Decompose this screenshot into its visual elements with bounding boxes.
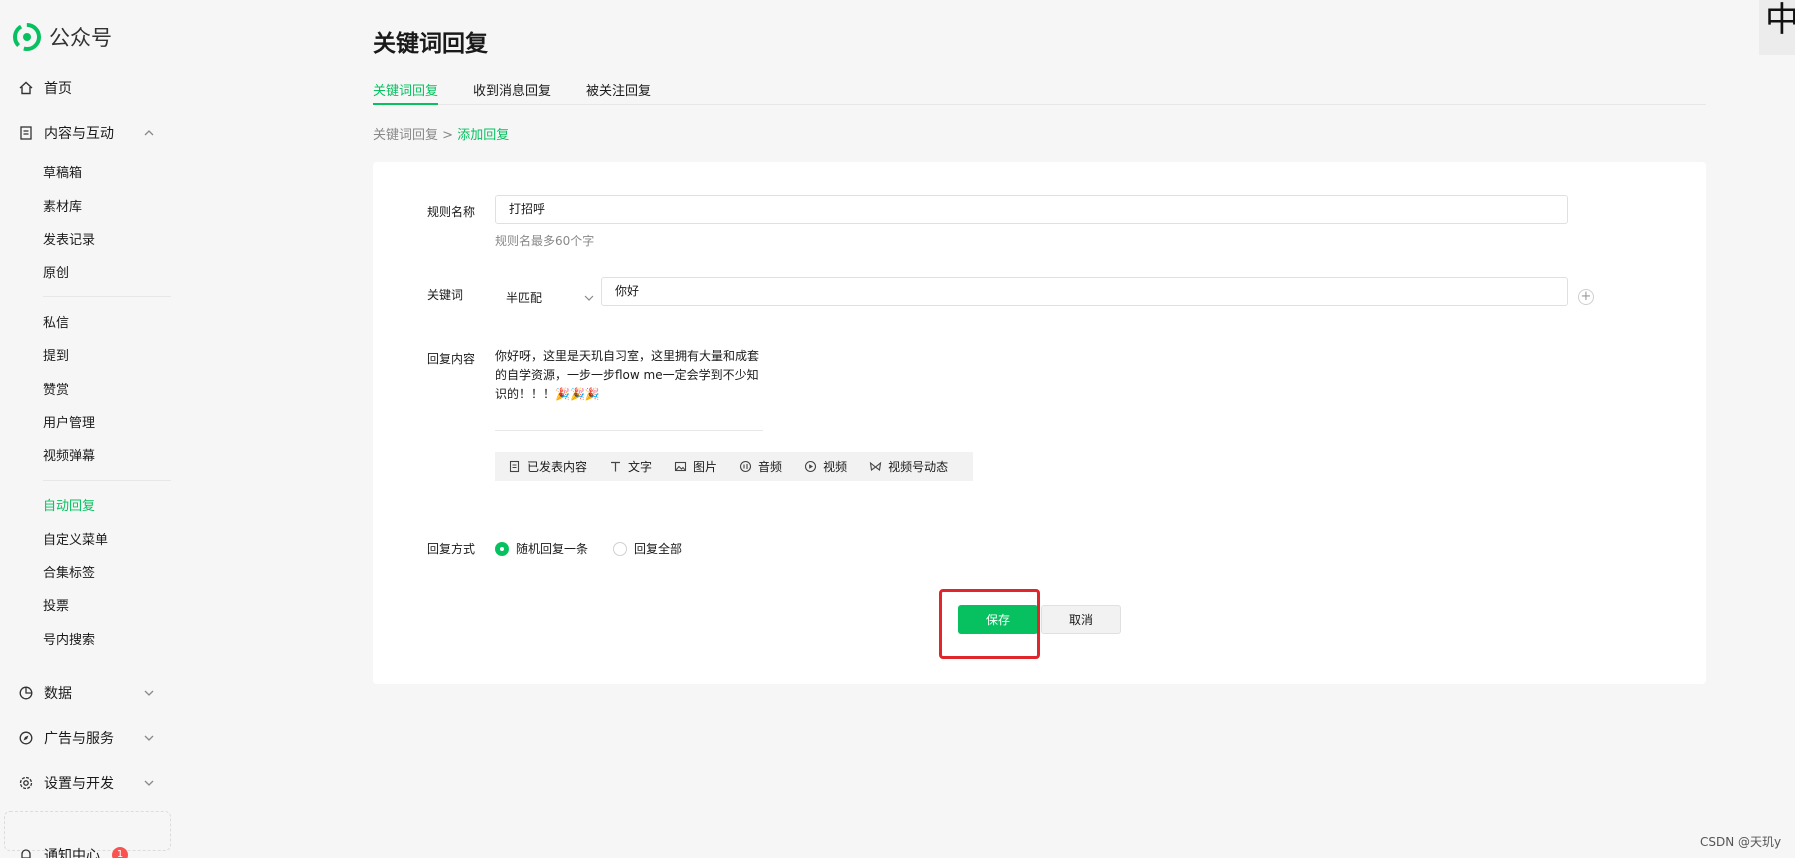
nav-data-label: 数据 bbox=[44, 686, 72, 702]
reply-content-text[interactable]: 你好呀，这里是天玑自习室，这里拥有大量和成套的自学资源，一步一步flow me一… bbox=[495, 347, 770, 404]
nav-settings[interactable]: 设置与开发 bbox=[18, 773, 114, 793]
sidebar-item-rewards[interactable]: 赞赏 bbox=[43, 379, 69, 398]
image-icon bbox=[674, 461, 687, 472]
nav-data[interactable]: 数据 bbox=[18, 683, 72, 703]
sidebar-item-vote[interactable]: 投票 bbox=[43, 595, 69, 614]
tool-audio[interactable]: 音频 bbox=[739, 458, 782, 475]
tool-image[interactable]: 图片 bbox=[674, 458, 717, 475]
reply-content-divider bbox=[495, 430, 763, 431]
gear-icon bbox=[19, 776, 33, 790]
tab-follow-reply[interactable]: 被关注回复 bbox=[586, 80, 651, 105]
compass-icon bbox=[19, 731, 33, 745]
sidebar-item-custom-menu[interactable]: 自定义菜单 bbox=[43, 529, 108, 548]
breadcrumb-current: 添加回复 bbox=[457, 128, 510, 143]
nav-content[interactable]: 内容与互动 bbox=[18, 123, 114, 143]
watermark: CSDN @天玑y bbox=[1700, 835, 1782, 849]
radio-label: 随机回复一条 bbox=[516, 542, 589, 556]
nav-ads[interactable]: 广告与服务 bbox=[18, 728, 114, 748]
sidebar-item-video-comments[interactable]: 视频弹幕 bbox=[43, 445, 95, 464]
tool-label: 文字 bbox=[628, 460, 653, 474]
logo[interactable]: 公众号 bbox=[13, 22, 112, 52]
sidebar-item-drafts[interactable]: 草稿箱 bbox=[43, 162, 82, 181]
chevron-down-icon bbox=[584, 295, 594, 301]
sidebar-item-auto-reply[interactable]: 自动回复 bbox=[43, 495, 95, 514]
rule-name-input[interactable]: 打招呼 bbox=[495, 195, 1568, 224]
add-keyword-button[interactable]: + bbox=[1578, 289, 1594, 305]
tool-text[interactable]: 文字 bbox=[609, 458, 652, 475]
nav-home[interactable]: 首页 bbox=[18, 78, 72, 98]
tool-label: 音频 bbox=[758, 460, 783, 474]
match-mode-value: 半匹配 bbox=[506, 291, 543, 305]
sidebar-item-search[interactable]: 号内搜索 bbox=[43, 629, 95, 648]
document-icon bbox=[509, 460, 520, 473]
bell-icon bbox=[21, 849, 31, 858]
document-icon bbox=[20, 126, 32, 140]
breadcrumb: 关键词回复 > 添加回复 bbox=[373, 124, 509, 143]
radio-selected-icon bbox=[495, 541, 509, 556]
home-icon bbox=[19, 81, 33, 95]
tab-keyword-reply[interactable]: 关键词回复 bbox=[373, 80, 439, 105]
radio-random-reply[interactable]: 随机回复一条 bbox=[495, 540, 588, 557]
sidebar-item-users[interactable]: 用户管理 bbox=[43, 412, 95, 431]
reply-mode-label: 回复方式 bbox=[427, 542, 476, 556]
sidebar-item-publish-records[interactable]: 发表记录 bbox=[43, 229, 95, 248]
match-mode-select[interactable]: 半匹配 bbox=[506, 287, 601, 309]
tool-published-content[interactable]: 已发表内容 bbox=[508, 458, 587, 475]
media-toolbar: 已发表内容 文字 图片 音频 视频 视频号动态 bbox=[495, 452, 973, 481]
sidebar-divider bbox=[43, 296, 171, 297]
keyword-input[interactable]: 你好 bbox=[601, 277, 1568, 306]
chevron-down-icon[interactable] bbox=[143, 732, 155, 744]
cancel-button[interactable]: 取消 bbox=[1041, 605, 1121, 634]
radio-unselected-icon bbox=[613, 541, 627, 556]
sidebar-item-collection-tags[interactable]: 合集标签 bbox=[43, 562, 95, 581]
sidebar-item-messages[interactable]: 私信 bbox=[43, 312, 69, 331]
tool-label: 图片 bbox=[693, 460, 718, 474]
tool-label: 视频号动态 bbox=[888, 460, 949, 474]
keyword-label: 关键词 bbox=[427, 288, 464, 302]
sidebar-item-original[interactable]: 原创 bbox=[43, 262, 69, 281]
sidebar-item-mentions[interactable]: 提到 bbox=[43, 345, 69, 364]
logo-text: 公众号 bbox=[49, 26, 112, 50]
breadcrumb-separator: > bbox=[442, 128, 454, 143]
reply-content-label: 回复内容 bbox=[427, 352, 476, 366]
page-title: 关键词回复 bbox=[373, 31, 488, 57]
pie-chart-icon bbox=[19, 686, 33, 700]
rule-name-label: 规则名称 bbox=[427, 205, 476, 219]
play-icon bbox=[805, 460, 817, 473]
wechat-official-logo-icon bbox=[13, 23, 41, 51]
breadcrumb-parent[interactable]: 关键词回复 bbox=[373, 128, 438, 143]
rule-name-hint: 规则名最多60个字 bbox=[495, 234, 595, 248]
radio-label: 回复全部 bbox=[634, 542, 683, 556]
nav-ads-label: 广告与服务 bbox=[44, 731, 114, 747]
chevron-down-icon[interactable] bbox=[143, 777, 155, 789]
tool-video[interactable]: 视频 bbox=[804, 458, 847, 475]
nav-content-label: 内容与互动 bbox=[44, 126, 114, 142]
save-highlight-box bbox=[939, 589, 1040, 659]
tool-channels-moment[interactable]: 视频号动态 bbox=[869, 458, 948, 475]
nav-notify-label: 通知中心 bbox=[44, 848, 100, 858]
tab-bar: 关键词回复 收到消息回复 被关注回复 bbox=[373, 80, 1706, 105]
ime-char: 中 bbox=[1765, 0, 1795, 40]
butterfly-icon bbox=[869, 461, 882, 471]
tab-message-reply[interactable]: 收到消息回复 bbox=[473, 80, 551, 105]
tool-label: 已发表内容 bbox=[527, 460, 588, 474]
audio-icon bbox=[739, 460, 752, 473]
sidebar: 公众号 首页 内容与互动 草稿箱 素材库 发表记录 原创 私信 提到 赞赏 用户… bbox=[0, 0, 175, 858]
tool-label: 视频 bbox=[823, 460, 848, 474]
radio-reply-all[interactable]: 回复全部 bbox=[613, 540, 682, 557]
nav-settings-label: 设置与开发 bbox=[44, 776, 114, 792]
text-icon bbox=[611, 461, 621, 472]
chevron-down-icon[interactable] bbox=[143, 687, 155, 699]
nav-notify[interactable]: 通知中心 1 bbox=[18, 845, 128, 858]
chevron-up-icon[interactable] bbox=[143, 127, 155, 139]
sidebar-divider bbox=[43, 480, 171, 481]
ime-indicator[interactable]: 中 bbox=[1759, 0, 1795, 55]
notify-badge: 1 bbox=[112, 847, 128, 858]
sidebar-item-materials[interactable]: 素材库 bbox=[43, 196, 82, 215]
nav-home-label: 首页 bbox=[44, 81, 72, 97]
